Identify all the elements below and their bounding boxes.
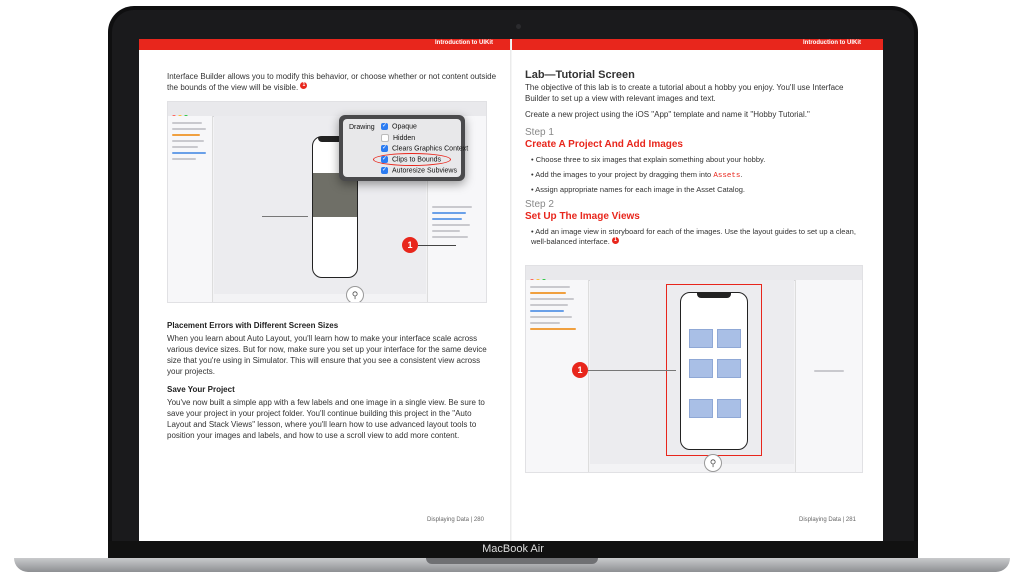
placement-errors-heading: Placement Errors with Different Screen S… (167, 321, 339, 330)
image-view-6 (717, 399, 741, 418)
camera-icon (516, 24, 521, 29)
step2-bullet: • Add an image view in storyboard for ea… (531, 227, 856, 246)
hidden-checkbox[interactable]: Hidden (381, 134, 415, 142)
lab-instruction: Create a new project using the iOS "App"… (525, 110, 810, 119)
lab-title: Lab—Tutorial Screen (525, 69, 635, 81)
drawing-label: Drawing (349, 124, 375, 131)
right-header-title: Introduction to UIKit (803, 40, 861, 46)
left-header-title: Introduction to UIKit (435, 40, 493, 46)
image-view-5 (689, 399, 713, 418)
step1-bullet-1: • Choose three to six images that explai… (531, 155, 766, 164)
left-page: Introduction to UIKit Interface Builder … (139, 39, 511, 541)
step2-label: Step 2 (525, 199, 554, 210)
intro-text: Interface Builder allows you to modify t… (167, 72, 497, 92)
checked-icon: ✓ (381, 123, 388, 130)
intro-badge: 1 (300, 82, 308, 89)
image-view-4 (717, 359, 741, 378)
drawing-options-popup: Drawing ✓ Opaque Hidden ✓ Clears Graphics … (339, 115, 468, 181)
callout-pointer (418, 245, 456, 246)
brand-label: MacBook Air (482, 543, 544, 555)
opaque-checkbox[interactable]: ✓ Opaque (381, 123, 417, 130)
storyboard-canvas: ⚲ (590, 280, 794, 472)
save-project-body: You've now built a simple app with a few… (167, 398, 485, 440)
step1-bullet-2: • Add the images to your project by drag… (531, 170, 743, 180)
unchecked-icon (381, 134, 389, 142)
callout-badge: 1 (402, 237, 418, 253)
highlight-ring (373, 153, 451, 166)
xcode-screenshot-right: ⚲ 1 (525, 265, 863, 473)
laptop-base-notch (426, 558, 598, 564)
callout-pointer (588, 370, 676, 371)
zoom-icon: ⚲ (346, 286, 364, 302)
step2-title: Set Up The Image Views (525, 211, 640, 222)
project-navigator (168, 116, 213, 302)
clears-context-checkbox[interactable]: ✓ Clears Graphics Context (381, 145, 468, 152)
image-view-3 (689, 359, 713, 378)
brand-bar: MacBook Air (108, 541, 918, 558)
zoom-icon: ⚲ (704, 454, 722, 472)
assets-code: Assets (713, 172, 741, 180)
xcode-toolbar (526, 266, 862, 283)
lab-intro: The objective of this lab is to create a… (525, 83, 844, 103)
placement-errors-body: When you learn about Auto Layout, you'll… (167, 334, 487, 376)
step2-badge: 1 (611, 237, 619, 244)
callout-badge: 1 (572, 362, 588, 378)
left-intro-text: Interface Builder allows you to modify t… (167, 71, 497, 93)
checked-icon: ✓ (381, 145, 388, 152)
step1-label: Step 1 (525, 127, 554, 138)
ebook-screen: Introduction to UIKit Interface Builder … (139, 39, 883, 541)
checked-icon: ✓ (381, 167, 388, 174)
right-page-footer: Displaying Data | 281 (799, 517, 856, 523)
image-view-1 (689, 329, 713, 348)
step1-title: Create A Project And Add Images (525, 139, 683, 150)
inspector-panel (795, 280, 862, 472)
save-project-heading: Save Your Project (167, 385, 235, 394)
step1-bullet-3: • Assign appropriate names for each imag… (531, 185, 746, 194)
image-view-2 (717, 329, 741, 348)
left-page-footer: Displaying Data | 280 (427, 517, 484, 523)
left-header-bar: Introduction to UIKit (139, 39, 511, 50)
autoresize-checkbox[interactable]: ✓ Autoresize Subviews (381, 167, 457, 174)
right-header-bar: Introduction to UIKit (511, 39, 883, 50)
right-page: Introduction to UIKit Lab—Tutorial Scree… (511, 39, 883, 541)
connector-arrow (262, 216, 308, 217)
page-gutter (510, 39, 512, 541)
phone-frame (680, 292, 748, 450)
